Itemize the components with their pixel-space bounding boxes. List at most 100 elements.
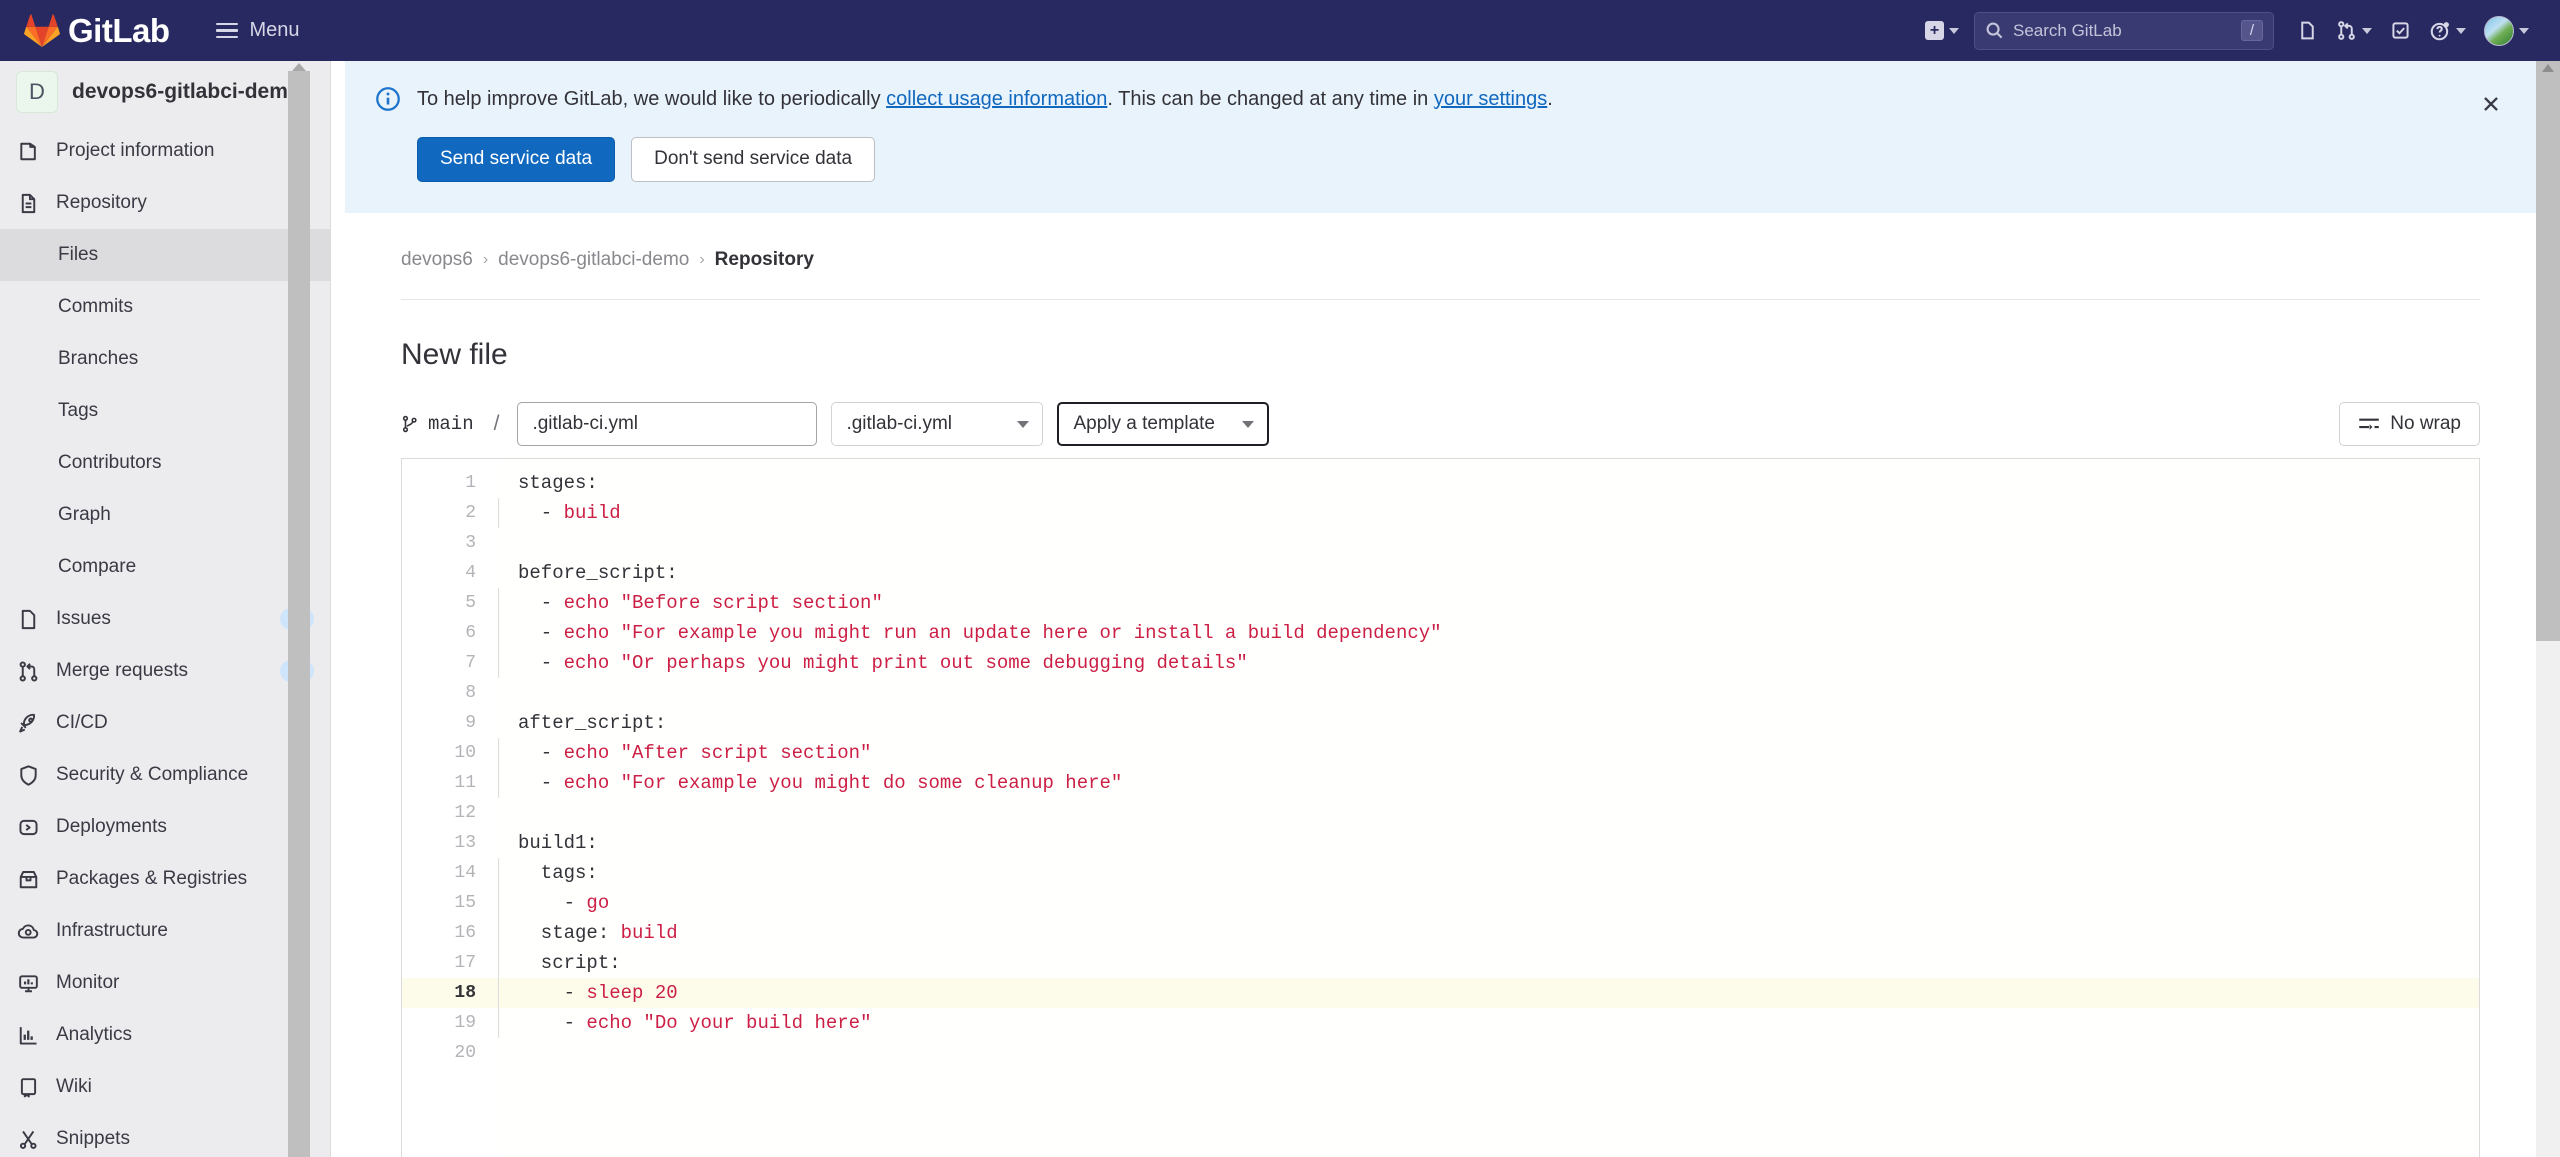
no-wrap-button[interactable]: No wrap bbox=[2339, 402, 2480, 446]
search-input[interactable]: Search GitLab / bbox=[1974, 11, 2274, 50]
send-service-data-button[interactable]: Send service data bbox=[417, 137, 616, 182]
apply-template-select[interactable]: Apply a template bbox=[1057, 402, 1270, 446]
dont-send-service-data-button[interactable]: Don't send service data bbox=[631, 137, 876, 182]
branch-selector[interactable]: main bbox=[401, 413, 474, 435]
code-lines[interactable]: 1 stages: 2 - build 3 4 before_script: 5 - ech… bbox=[402, 459, 2479, 1068]
sidebar-item-label: Contributors bbox=[58, 452, 162, 473]
sidebar-item-monitor[interactable]: Monitor bbox=[0, 957, 330, 1009]
scissors-icon bbox=[16, 1127, 40, 1151]
line-number: 11 bbox=[454, 773, 476, 793]
filename-input[interactable] bbox=[517, 402, 818, 446]
todos-nav-button[interactable] bbox=[2381, 12, 2420, 49]
sidebar-item-infrastructure[interactable]: Infrastructure bbox=[0, 905, 330, 957]
help-nav-button[interactable] bbox=[2420, 12, 2475, 50]
breadcrumb-item-group[interactable]: devops6 bbox=[401, 249, 473, 271]
sidebar-item-commits[interactable]: Commits bbox=[0, 281, 330, 333]
breadcrumb-item-project[interactable]: devops6-gitlabci-demo bbox=[498, 249, 689, 271]
apply-template-value: Apply a template bbox=[1073, 413, 1215, 434]
scroll-up-arrow-icon[interactable] bbox=[292, 63, 306, 71]
code-line[interactable]: 3 bbox=[402, 528, 2479, 558]
code-editor[interactable]: 1 stages: 2 - build 3 4 before_script: 5 - ech… bbox=[401, 458, 2480, 1157]
merge-requests-nav-button[interactable] bbox=[2327, 12, 2381, 49]
sidebar-item-wiki[interactable]: Wiki bbox=[0, 1061, 330, 1113]
code-line[interactable]: 2 - build bbox=[402, 498, 2479, 528]
sidebar-item-packages-registries[interactable]: Packages & Registries bbox=[0, 853, 330, 905]
sidebar-item-compare[interactable]: Compare bbox=[0, 541, 330, 593]
code-value: echo "After script section" bbox=[563, 742, 872, 764]
sidebar-item-security-compliance[interactable]: Security & Compliance bbox=[0, 749, 330, 801]
code-line[interactable]: 17 script: bbox=[402, 948, 2479, 978]
cloud-gear-icon bbox=[16, 919, 40, 943]
sidebar-item-branches[interactable]: Branches bbox=[0, 333, 330, 385]
close-icon[interactable] bbox=[2474, 87, 2508, 121]
sidebar-item-project-information[interactable]: Project information bbox=[0, 125, 330, 177]
code-line[interactable]: 13 build1: bbox=[402, 828, 2479, 858]
your-settings-link[interactable]: your settings bbox=[1434, 88, 1547, 110]
code-line[interactable]: 10 - echo "After script section" bbox=[402, 738, 2479, 768]
code-text: - sleep 20 bbox=[499, 982, 678, 1004]
sidebar-item-snippets[interactable]: Snippets bbox=[0, 1113, 330, 1157]
sidebar-item-label: Issues bbox=[56, 608, 111, 629]
code-text: - echo "Or perhaps you might print out s… bbox=[499, 652, 1248, 674]
sidebar-item-deployments[interactable]: Deployments bbox=[0, 801, 330, 853]
sidebar-item-graph[interactable]: Graph bbox=[0, 489, 330, 541]
sidebar-item-label: Snippets bbox=[56, 1128, 130, 1149]
sidebar-item-issues[interactable]: Issues0 bbox=[0, 593, 330, 645]
page-scroll-up-arrow-icon[interactable] bbox=[2542, 64, 2554, 72]
sidebar-item-label: Compare bbox=[58, 556, 137, 577]
main-menu-button[interactable]: Menu bbox=[206, 13, 310, 48]
code-key: script: bbox=[518, 952, 621, 974]
code-line[interactable]: 19 - echo "Do your build here" bbox=[402, 1008, 2479, 1038]
code-line[interactable]: 11 - echo "For example you might do some… bbox=[402, 768, 2479, 798]
line-number: 17 bbox=[454, 953, 476, 973]
path-separator: / bbox=[493, 412, 500, 435]
code-value: build bbox=[620, 922, 678, 944]
sidebar-item-merge-requests[interactable]: Merge requests0 bbox=[0, 645, 330, 697]
sidebar-item-tags[interactable]: Tags bbox=[0, 385, 330, 437]
sidebar-item-ci-cd[interactable]: CI/CD bbox=[0, 697, 330, 749]
sidebar-scrollbar-thumb[interactable] bbox=[288, 71, 310, 1157]
code-line[interactable]: 4 before_script: bbox=[402, 558, 2479, 588]
code-line[interactable]: 9 after_script: bbox=[402, 708, 2479, 738]
sidebar-item-contributors[interactable]: Contributors bbox=[0, 437, 330, 489]
project-avatar: D bbox=[16, 71, 58, 113]
collect-usage-information-link[interactable]: collect usage information bbox=[886, 88, 1107, 110]
code-line[interactable]: 7 - echo "Or perhaps you might print out… bbox=[402, 648, 2479, 678]
code-line[interactable]: 6 - echo "For example you might run an u… bbox=[402, 618, 2479, 648]
search-placeholder: Search GitLab bbox=[2013, 20, 2122, 40]
sidebar-item-label: Tags bbox=[58, 400, 99, 421]
sidebar-item-label: Merge requests bbox=[56, 660, 189, 681]
code-line[interactable]: 5 - echo "Before script section" bbox=[402, 588, 2479, 618]
code-line[interactable]: 15 - go bbox=[402, 888, 2479, 918]
sidebar-project-header[interactable]: D devops6-gitlabci-demo bbox=[0, 61, 330, 123]
create-new-button[interactable]: + bbox=[1916, 13, 1968, 48]
sidebar-item-repository[interactable]: Repository bbox=[0, 177, 330, 229]
avatar bbox=[2484, 15, 2514, 46]
filetype-select[interactable]: .gitlab-ci.yml bbox=[831, 402, 1044, 446]
line-number: 6 bbox=[465, 623, 476, 643]
deployments-icon bbox=[16, 815, 40, 839]
sidebar-item-label: Project information bbox=[56, 140, 215, 161]
filetype-select-value: .gitlab-ci.yml bbox=[846, 413, 953, 434]
issues-nav-button[interactable] bbox=[2288, 12, 2327, 49]
code-line[interactable]: 12 bbox=[402, 798, 2479, 828]
tanuki-logo-icon bbox=[24, 13, 60, 47]
page-scrollbar-thumb[interactable] bbox=[2536, 61, 2560, 641]
code-line[interactable]: 8 bbox=[402, 678, 2479, 708]
code-line[interactable]: 16 stage: build bbox=[402, 918, 2479, 948]
rocket-icon bbox=[16, 711, 40, 735]
sidebar-item-analytics[interactable]: Analytics bbox=[0, 1009, 330, 1061]
sidebar-item-label: Infrastructure bbox=[56, 920, 168, 941]
code-line[interactable]: 18 - sleep 20 bbox=[402, 978, 2479, 1008]
code-line[interactable]: 1 stages: bbox=[402, 468, 2479, 498]
code-line[interactable]: 14 tags: bbox=[402, 858, 2479, 888]
code-key: stages: bbox=[518, 472, 598, 494]
code-line[interactable]: 20 bbox=[402, 1038, 2479, 1068]
user-menu-button[interactable] bbox=[2475, 8, 2538, 54]
sidebar-item-files[interactable]: Files bbox=[0, 229, 330, 281]
editor-toolbar: main / .gitlab-ci.yml Apply a template N… bbox=[401, 402, 2480, 458]
breadcrumb-item-repository[interactable]: Repository bbox=[715, 249, 814, 271]
gitlab-logo-link[interactable]: GitLab bbox=[24, 12, 170, 50]
code-text: before_script: bbox=[499, 562, 678, 584]
line-number: 3 bbox=[465, 533, 476, 553]
